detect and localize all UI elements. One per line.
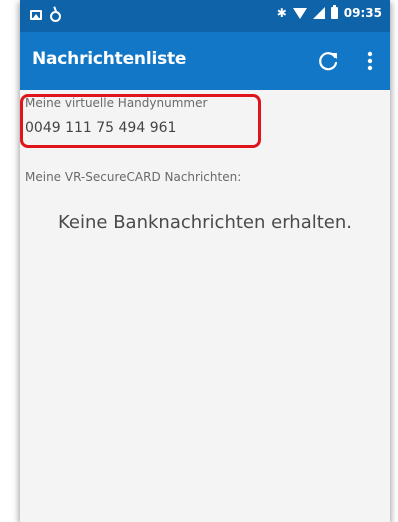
app-bar: Nachrichtenliste — [20, 32, 390, 90]
virtual-number-value: 0049 111 75 494 961 — [25, 120, 177, 136]
wifi-icon — [292, 7, 307, 19]
refresh-icon — [319, 52, 338, 71]
signal-icon — [312, 7, 325, 19]
status-left-icons — [30, 7, 61, 22]
phone-screen: ✱ 09:35 Nachrichtenliste Meine virtuelle… — [20, 0, 390, 522]
battery-icon — [330, 5, 338, 19]
status-bar: ✱ 09:35 — [20, 0, 390, 32]
image-icon — [30, 9, 42, 20]
message-list-content: Meine virtuelle Handynummer 0049 111 75 … — [20, 90, 390, 522]
app-title: Nachrichtenliste — [32, 49, 187, 69]
bluetooth-icon: ✱ — [276, 6, 287, 20]
more-vert-icon — [367, 51, 373, 71]
status-right-icons: ✱ 09:35 — [276, 5, 382, 20]
ring-icon — [50, 11, 61, 22]
virtual-number-label: Meine virtuelle Handynummer — [25, 96, 208, 110]
empty-state-text: Keine Banknachrichten erhalten. — [58, 212, 352, 233]
more-options-button[interactable] — [356, 47, 384, 75]
refresh-button[interactable] — [314, 47, 342, 75]
messages-section-label: Meine VR-SecureCARD Nachrichten: — [25, 170, 242, 184]
status-time: 09:35 — [343, 6, 382, 20]
